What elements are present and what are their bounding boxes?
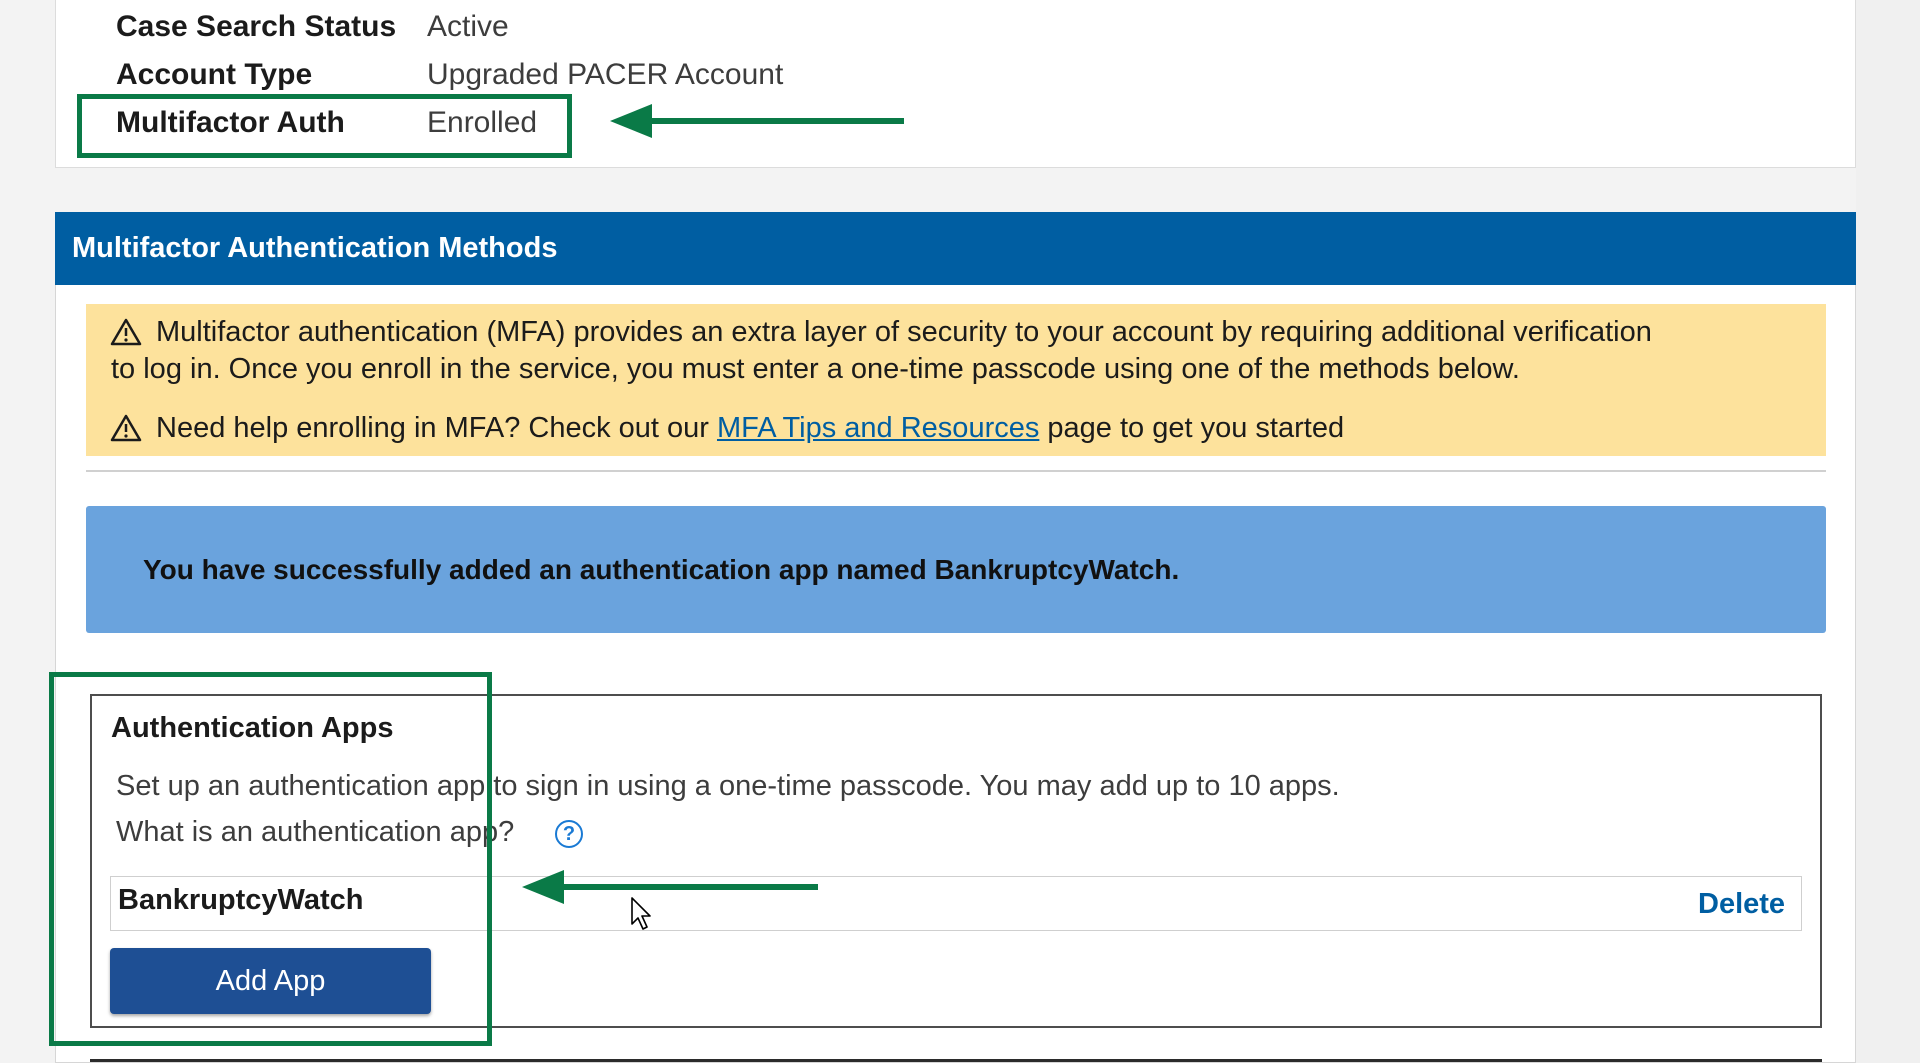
warning-triangle-icon: [110, 318, 142, 346]
account-type-value: Upgraded PACER Account: [427, 58, 784, 91]
mfa-warning-text-line2: to log in. Once you enroll in the servic…: [111, 353, 1520, 385]
arrow-left-icon: [522, 870, 818, 904]
case-search-status-label: Case Search Status: [116, 10, 397, 43]
panel-bottom-border: [90, 1059, 1822, 1062]
mfa-tips-link[interactable]: MFA Tips and Resources: [717, 412, 1039, 444]
mfa-help-prefix: Need help enrolling in MFA? Check out ou…: [156, 412, 717, 444]
account-type-label: Account Type: [116, 58, 313, 91]
annotation-highlight-box: [77, 94, 572, 158]
mfa-help-suffix: page to get you started: [1039, 412, 1345, 444]
question-circle-icon[interactable]: ?: [555, 820, 583, 848]
page-right-gutter: [1856, 0, 1920, 1063]
annotation-highlight-box: [49, 672, 492, 1046]
success-alert-message: You have successfully added an authentic…: [143, 554, 1180, 585]
section-divider: [86, 470, 1826, 472]
arrow-left-icon: [610, 104, 904, 138]
case-search-status-value: Active: [427, 10, 509, 43]
mfa-warning-text-line1: Multifactor authentication (MFA) provide…: [156, 316, 1652, 348]
mfa-help-text: Need help enrolling in MFA? Check out ou…: [156, 410, 1344, 447]
mfa-methods-header: Multifactor Authentication Methods: [55, 212, 1856, 285]
warning-triangle-icon: [110, 414, 142, 442]
mouse-pointer-icon: [631, 897, 651, 930]
delete-app-button[interactable]: Delete: [1698, 888, 1785, 921]
